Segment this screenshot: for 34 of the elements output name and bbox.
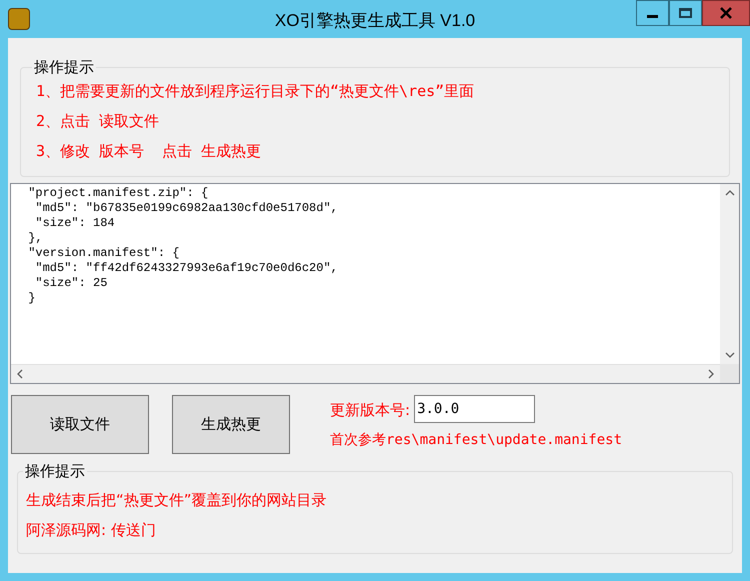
- horizontal-scrollbar[interactable]: [11, 364, 720, 383]
- scroll-right-icon: [708, 369, 714, 379]
- group-title: 操作提示: [33, 57, 95, 78]
- scroll-down-icon: [724, 352, 734, 358]
- vertical-scrollbar[interactable]: [720, 184, 739, 364]
- code-line: "size": 184: [34, 216, 115, 231]
- instruction-text: 2、点击 读取文件: [36, 112, 160, 130]
- code-line: "md5": "ff42df6243327993e6af19c70e0d6c20",: [34, 261, 338, 276]
- maximize-button[interactable]: [669, 0, 702, 26]
- minimize-button[interactable]: [636, 0, 669, 26]
- code-line: "size": 25: [34, 276, 108, 291]
- scroll-up-icon: [724, 190, 734, 196]
- scroll-left-icon: [17, 369, 23, 379]
- generate-button[interactable]: 生成热更: [172, 395, 290, 454]
- instruction-text: 1、把需要更新的文件放到程序运行目录下的“热更文件\res”里面: [36, 82, 476, 100]
- scrollbar-corner: [720, 364, 739, 383]
- output-text-area[interactable]: "project.manifest.zip": { "md5": "b67835e0199c6982aa130cfd0e51708d", "size": 184 }, "version.manifest": { "md5": "ff42df6243327993e6af19c70e0d6c20", "size": 25 }: [10, 183, 740, 384]
- app-icon: [8, 8, 30, 30]
- version-label: 更新版本号:: [330, 400, 410, 422]
- code-line: "version.manifest": {: [27, 246, 180, 261]
- instruction-text: 3、修改 版本号 点击 生成热更: [36, 142, 262, 160]
- note-text: 生成结束后把“热更文件”覆盖到你的网站目录: [26, 490, 327, 508]
- window-title: XO引擎热更生成工具 V1.0: [274, 10, 476, 32]
- group-title: 操作提示: [24, 461, 86, 482]
- close-icon: [720, 7, 732, 19]
- code-line: },: [27, 231, 43, 246]
- close-button[interactable]: [702, 0, 750, 26]
- code-line: }: [27, 291, 36, 306]
- source-link-text[interactable]: 阿泽源码网: 传送门: [26, 520, 156, 538]
- version-hint: 首次参考res\manifest\update.manifest: [330, 431, 622, 450]
- read-file-button[interactable]: 读取文件: [11, 395, 149, 454]
- code-line: "md5": "b67835e0199c6982aa130cfd0e51708d",: [34, 201, 338, 216]
- code-line: "project.manifest.zip": {: [27, 186, 208, 201]
- version-field[interactable]: 3.0.0: [414, 395, 536, 423]
